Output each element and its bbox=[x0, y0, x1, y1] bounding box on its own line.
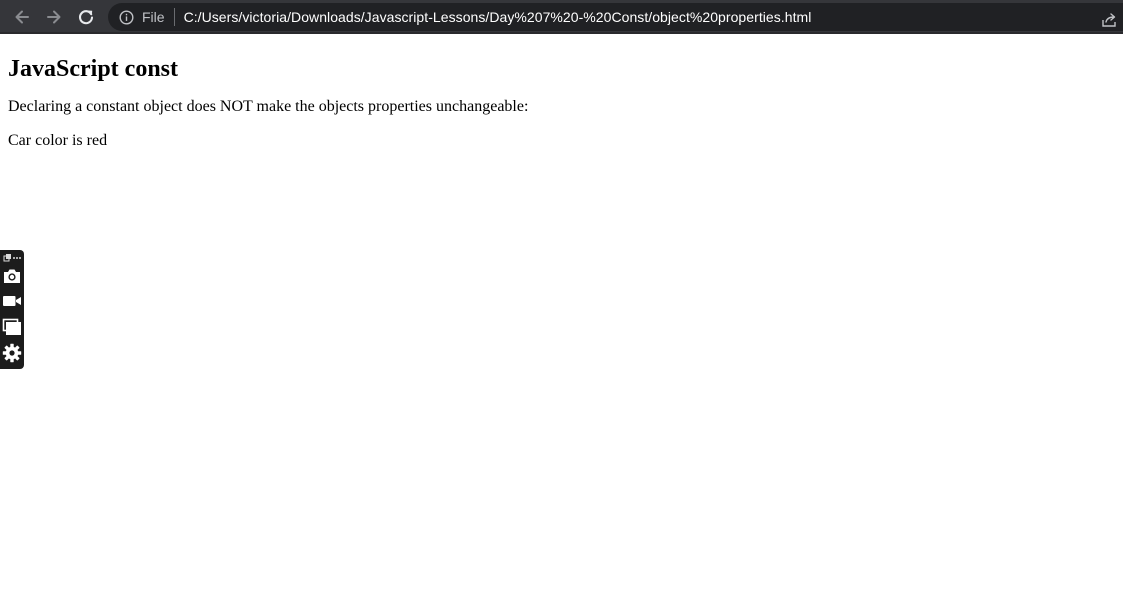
capture-window-button[interactable] bbox=[1, 316, 23, 338]
floating-capture-toolbar bbox=[0, 250, 24, 369]
settings-button[interactable] bbox=[1, 342, 23, 364]
extension-menu-button[interactable] bbox=[1, 252, 23, 264]
info-icon[interactable] bbox=[119, 9, 134, 25]
file-scheme-label: File bbox=[142, 9, 165, 25]
extension-menu-icon bbox=[3, 254, 21, 262]
page-content: JavaScript const Declaring a constant ob… bbox=[8, 34, 1115, 150]
address-bar[interactable]: File C:/Users/victoria/Downloads/Javascr… bbox=[108, 3, 1123, 31]
share-icon bbox=[1102, 13, 1116, 27]
camera-icon bbox=[4, 269, 20, 283]
back-button[interactable] bbox=[9, 4, 35, 30]
forward-arrow-icon bbox=[47, 10, 61, 24]
page-heading: JavaScript const bbox=[8, 56, 178, 82]
share-button[interactable] bbox=[1099, 10, 1119, 30]
result-paragraph: Car color is red bbox=[8, 132, 108, 149]
screenshot-button[interactable] bbox=[1, 266, 23, 286]
gear-icon bbox=[2, 343, 22, 363]
window-capture-icon bbox=[2, 318, 21, 335]
back-arrow-icon bbox=[15, 10, 29, 24]
address-separator bbox=[173, 8, 175, 26]
reload-button[interactable] bbox=[73, 4, 99, 30]
record-video-button[interactable] bbox=[1, 291, 23, 311]
browser-toolbar: File C:/Users/victoria/Downloads/Javascr… bbox=[0, 0, 1123, 34]
forward-button[interactable] bbox=[41, 4, 67, 30]
description-paragraph: Declaring a constant object does NOT mak… bbox=[8, 98, 529, 115]
url-text[interactable]: C:/Users/victoria/Downloads/Javascript-L… bbox=[184, 9, 812, 25]
video-camera-icon bbox=[3, 296, 21, 306]
reload-icon bbox=[78, 10, 94, 25]
